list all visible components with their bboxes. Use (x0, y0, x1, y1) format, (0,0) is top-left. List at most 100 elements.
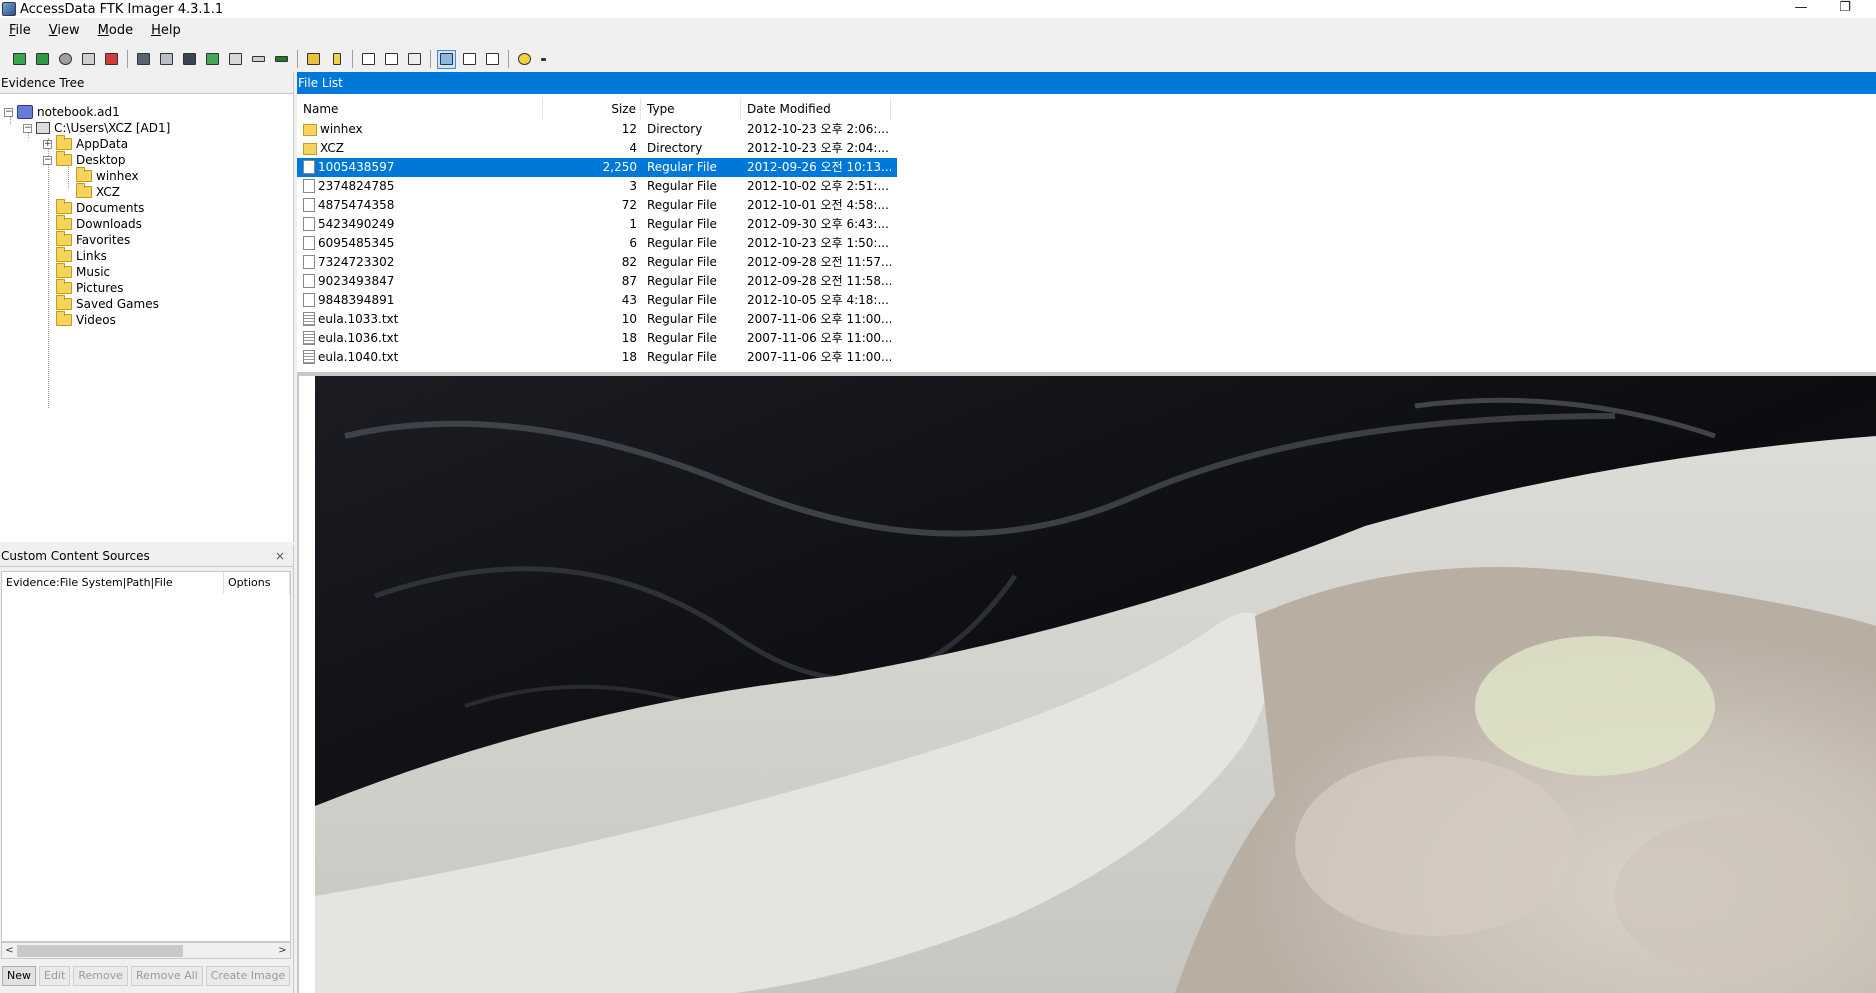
file-type: Regular File (647, 255, 717, 269)
properties-icon[interactable] (359, 50, 378, 69)
custom-content-grid[interactable]: Evidence:File System|Path|File Options (1, 571, 291, 942)
file-type: Regular File (647, 236, 717, 250)
file-row[interactable]: eula.1033.txt 10 Regular File 2007-11-06 오후… (297, 310, 897, 329)
close-icon[interactable]: × (275, 545, 285, 567)
file-row[interactable]: 4875474358 72 Regular File 2012-10-01 오전 4:… (297, 196, 897, 215)
tree-root[interactable]: − notebook.ad1 (4, 104, 120, 120)
column-size[interactable]: Size (543, 98, 641, 120)
file-size: 4 (629, 141, 637, 155)
title-bar: AccessData FTK Imager 4.3.1.1 — ❐ (0, 0, 1876, 18)
column-evidence-path[interactable]: Evidence:File System|Path|File (2, 572, 224, 594)
obtain-protected-files-icon[interactable] (226, 50, 245, 69)
folder-icon (56, 135, 72, 150)
tree-item-music[interactable]: Music (56, 263, 110, 280)
file-row[interactable]: winhex 12 Directory 2012-10-23 오후 2:06:... (297, 120, 897, 139)
evidence-tree-header: Evidence Tree (0, 72, 293, 94)
tree-item-appdata[interactable]: + AppData (43, 135, 128, 152)
menu-help[interactable]: Help (142, 20, 190, 42)
overflow-icon[interactable] (538, 50, 548, 69)
file-icon (303, 255, 315, 269)
export-file-hash-icon[interactable] (327, 50, 346, 69)
restore-button[interactable]: ❐ (1830, 0, 1860, 18)
file-row[interactable]: 2374824785 3 Regular File 2012-10-02 오후 2:5… (297, 177, 897, 196)
file-size: 82 (621, 255, 637, 269)
create-disk-image-icon[interactable] (134, 50, 153, 69)
auto-view-icon[interactable] (437, 49, 456, 69)
scroll-left-icon[interactable]: < (2, 943, 17, 958)
collapse-icon[interactable]: − (4, 107, 13, 117)
remove-evidence-icon[interactable] (79, 50, 98, 69)
text-view-icon[interactable] (460, 50, 479, 69)
file-date-modified: 2007-11-06 오후 11:00... (747, 350, 891, 364)
tree-item-links[interactable]: Links (56, 247, 107, 264)
menu-mode[interactable]: Mode (89, 20, 142, 42)
help-icon[interactable] (515, 50, 534, 69)
export-logical-image-icon[interactable] (180, 50, 199, 69)
collapse-icon[interactable]: − (43, 155, 52, 165)
custom-content-sources-icon[interactable] (405, 50, 424, 69)
remove-all-button[interactable]: Remove All (130, 966, 203, 986)
collapse-icon[interactable]: − (23, 123, 32, 133)
tree-item-saved-games[interactable]: Saved Games (56, 295, 159, 312)
scrollbar-thumb[interactable] (17, 945, 183, 957)
tree-item-xcz[interactable]: XCZ (76, 183, 120, 200)
create-image-button[interactable]: Create Image (205, 966, 291, 986)
edit-button[interactable]: Edit (39, 966, 71, 986)
file-date-modified: 2012-10-05 오후 4:18:... (747, 293, 889, 307)
file-row[interactable]: XCZ 4 Directory 2012-10-23 오후 2:04:... (297, 139, 897, 158)
file-icon (303, 331, 315, 345)
hex-view-icon[interactable] (483, 50, 502, 69)
scroll-right-icon[interactable]: > (275, 943, 290, 958)
remove-all-evidence-icon[interactable] (102, 50, 121, 69)
file-row[interactable]: 1005438597 2,250 Regular File 2012-09-26 오전… (297, 158, 897, 177)
capture-memory-icon[interactable] (203, 50, 222, 69)
menu-file[interactable]: File (0, 20, 40, 42)
column-name[interactable]: Name (297, 98, 543, 120)
file-size: 18 (621, 350, 637, 364)
file-size: 3 (629, 179, 637, 193)
file-name: 4875474358 (318, 198, 395, 212)
file-row[interactable]: eula.1036.txt 18 Regular File 2007-11-06 오후… (297, 329, 897, 348)
image-mounting-icon[interactable] (56, 50, 75, 69)
remove-button[interactable]: Remove (73, 966, 128, 986)
toolbar-separator (127, 50, 128, 68)
add-evidence-icon[interactable] (10, 50, 29, 69)
file-row[interactable]: 9023493847 87 Regular File 2012-09-28 오전 11… (297, 272, 897, 291)
horizontal-scrollbar[interactable]: < > (1, 942, 291, 959)
expand-icon[interactable]: + (43, 139, 52, 149)
folder-icon (56, 295, 72, 310)
tree-item-downloads[interactable]: Downloads (56, 215, 142, 232)
folder-icon (56, 311, 72, 326)
file-row[interactable]: 9848394891 43 Regular File 2012-10-05 오후 4:… (297, 291, 897, 310)
file-size: 6 (629, 236, 637, 250)
tree-item-desktop[interactable]: − Desktop (43, 151, 126, 168)
new-button[interactable]: New (2, 966, 36, 986)
tree-item-documents[interactable]: Documents (56, 199, 144, 216)
file-row[interactable]: 6095485345 6 Regular File 2012-10-23 오후 1:5… (297, 234, 897, 253)
memory-icon[interactable] (272, 50, 291, 69)
tree-item-favorites[interactable]: Favorites (56, 231, 130, 248)
column-date-modified[interactable]: Date Modified (741, 98, 891, 120)
tree-item-winhex[interactable]: winhex (76, 167, 139, 184)
file-date-modified: 2012-10-01 오전 4:58:... (747, 198, 889, 212)
add-all-evidence-icon[interactable] (33, 50, 52, 69)
export-files-icon[interactable] (304, 50, 323, 69)
app-icon (2, 2, 16, 16)
file-row[interactable]: 7324723302 82 Regular File 2012-09-28 오전 11… (297, 253, 897, 272)
column-type[interactable]: Type (641, 98, 741, 120)
column-options[interactable]: Options (224, 572, 290, 594)
tree-item-videos[interactable]: Videos (56, 311, 116, 328)
tree-item-pictures[interactable]: Pictures (56, 279, 124, 296)
file-row[interactable]: 5423490249 1 Regular File 2012-09-30 오후 6:4… (297, 215, 897, 234)
detect-encryption-icon[interactable] (249, 50, 268, 69)
export-disk-image-icon[interactable] (157, 50, 176, 69)
tree-volume[interactable]: − C:\Users\XCZ [AD1] (23, 120, 170, 136)
file-name: 6095485345 (318, 236, 395, 250)
minimize-button[interactable]: — (1786, 0, 1816, 18)
file-size: 12 (621, 122, 637, 136)
hex-value-interpreter-icon[interactable] (382, 50, 401, 69)
menu-view[interactable]: View (40, 20, 89, 42)
file-name: eula.1036.txt (318, 331, 399, 345)
file-row[interactable]: eula.1040.txt 18 Regular File 2007-11-06 오후… (297, 348, 897, 367)
folder-icon (56, 247, 72, 262)
